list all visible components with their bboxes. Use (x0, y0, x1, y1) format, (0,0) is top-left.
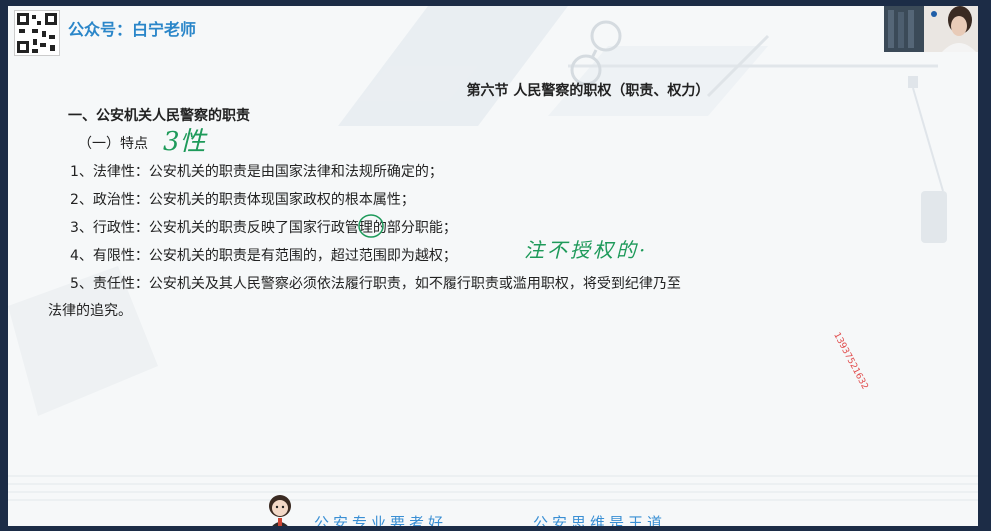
list-item-continuation: 法律的追究。 (48, 303, 132, 319)
subsection-heading: （一）特点 (78, 136, 148, 152)
circle-annotation (358, 214, 384, 238)
account-label: 公众号：白宁老师 (68, 20, 197, 39)
list-item: 3、行政性：公安机关的职责反映了国家行政管理的部分职能； (70, 220, 457, 236)
slogan-right: 公安思维是王道 (533, 514, 667, 526)
list-item: 1、法律性：公安机关的职责是由国家法律和法规所确定的； (70, 164, 443, 180)
handwriting-note: 注不授权的· (524, 238, 649, 262)
slogan-left: 公安专业要考好 (314, 514, 448, 526)
section-heading: 一、公安机关人民警察的职责 (68, 108, 250, 124)
webcam-video (884, 6, 978, 52)
qr-code (14, 10, 60, 56)
handwriting-note: 3性 (163, 127, 206, 157)
mascot-icon (269, 495, 291, 526)
slide: 公众号：白宁老师 第六节 人民警察的职权（职责、权力） 一、公安机关人民警察的职… (8, 6, 978, 526)
list-item: 4、有限性：公安机关的职责是有范围的，超过范围即为越权； (70, 248, 457, 264)
list-item: 5、责任性：公安机关及其人民警察必须依法履行职责，如不履行职责或滥用职权，将受到… (70, 276, 681, 292)
list-item: 2、政治性：公安机关的职责体现国家政权的根本属性； (70, 192, 415, 208)
slide-title: 第六节 人民警察的职权（职责、权力） (466, 83, 710, 99)
